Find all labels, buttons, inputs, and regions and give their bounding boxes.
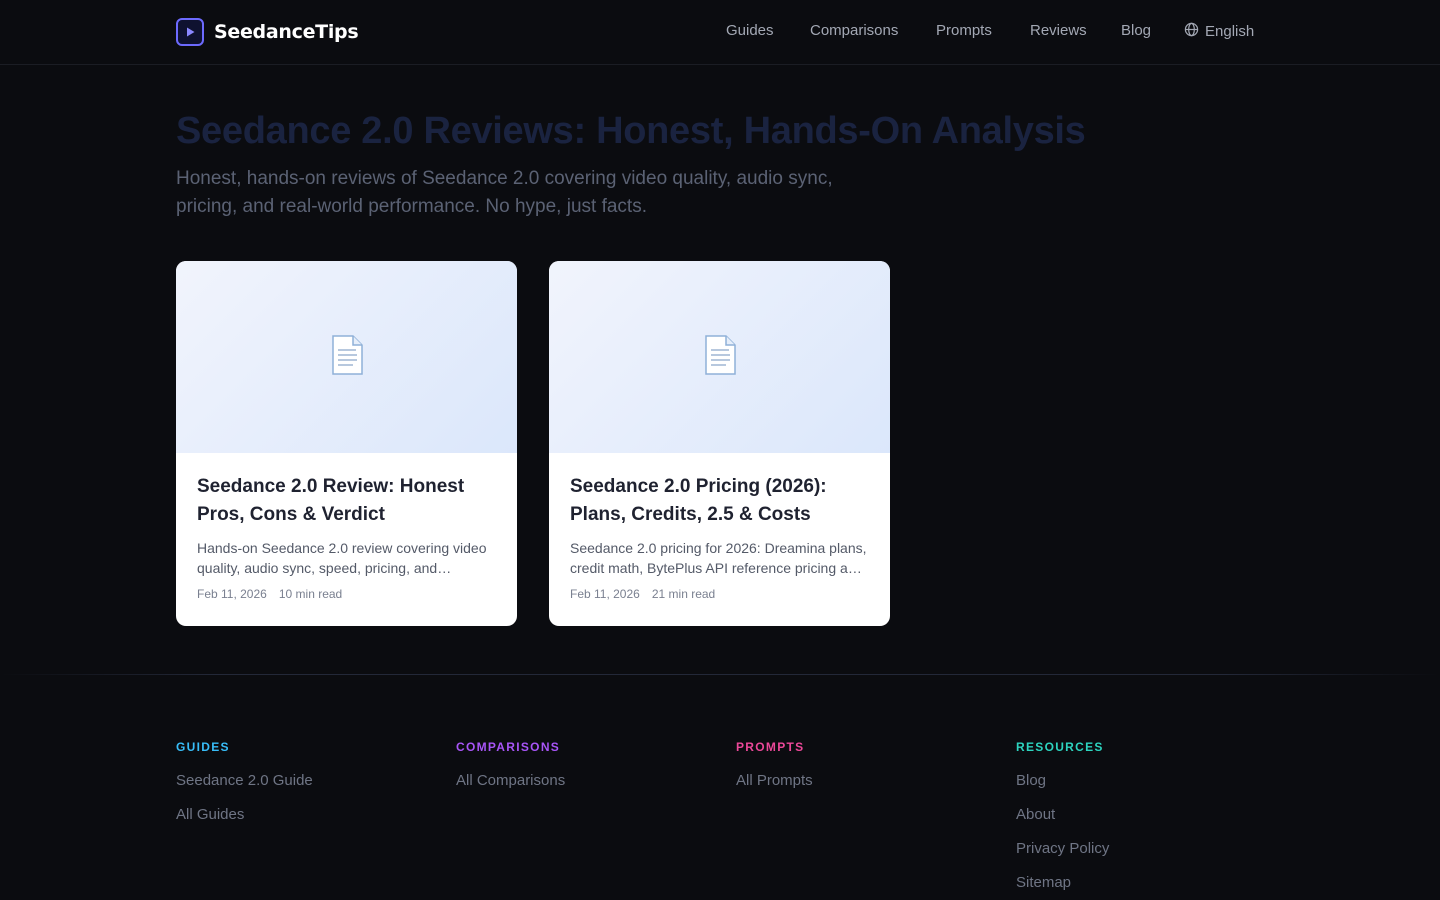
nav-blog[interactable]: Blog — [1121, 22, 1151, 39]
card-date: Feb 11, 2026 — [570, 587, 640, 601]
card-description: Hands-on Seedance 2.0 review covering vi… — [197, 540, 487, 576]
nav-comparisons[interactable]: Comparisons — [810, 22, 898, 39]
document-icon — [702, 334, 738, 380]
play-icon — [176, 18, 204, 46]
footer-link[interactable]: Sitemap — [1016, 874, 1109, 900]
language-label: English — [1205, 23, 1255, 40]
footer-column-guides: Guides Seedance 2.0 Guide All Guides — [176, 740, 313, 840]
footer-link[interactable]: Privacy Policy — [1016, 840, 1109, 874]
footer-column-comparisons: Comparisons All Comparisons — [456, 740, 565, 806]
article-card[interactable]: Seedance 2.0 Pricing (2026): Plans, Cred… — [549, 261, 890, 626]
card-title: Seedance 2.0 Pricing (2026): Plans, Cred… — [570, 476, 827, 525]
footer-link[interactable]: All Prompts — [736, 772, 813, 806]
card-thumbnail — [176, 261, 517, 453]
footer-link[interactable]: Blog — [1016, 772, 1109, 806]
footer-divider — [0, 674, 1440, 675]
footer-link[interactable]: All Guides — [176, 806, 313, 840]
card-read-time: 21 min read — [651, 587, 716, 601]
card-meta: Feb 11, 2026 21 min read — [570, 587, 715, 601]
footer-heading: Resources — [1016, 740, 1104, 754]
card-date: Feb 11, 2026 — [197, 587, 267, 601]
nav-guides[interactable]: Guides — [726, 22, 774, 39]
card-title: Seedance 2.0 Review: Honest Pros, Cons &… — [197, 476, 465, 525]
card-read-time: 10 min read — [278, 587, 343, 601]
footer-link[interactable]: About — [1016, 806, 1109, 840]
site-header: SeedanceTips Guides Comparisons Prompts … — [0, 0, 1440, 65]
nav-prompts[interactable]: Prompts — [936, 22, 992, 39]
footer-heading: Comparisons — [456, 740, 561, 754]
footer-column-prompts: Prompts All Prompts — [736, 740, 813, 806]
card-meta: Feb 11, 2026 10 min read — [197, 587, 342, 601]
page-subtitle: Honest, hands-on reviews of Seedance 2.0… — [176, 168, 833, 217]
brand-logo[interactable]: SeedanceTips — [176, 18, 359, 46]
globe-icon — [1184, 22, 1199, 41]
brand-name: SeedanceTips — [214, 21, 359, 43]
document-icon — [329, 334, 365, 380]
footer-link[interactable]: All Comparisons — [456, 772, 565, 806]
page-title: Seedance 2.0 Reviews: Honest, Hands-On A… — [176, 110, 1086, 152]
article-card[interactable]: Seedance 2.0 Review: Honest Pros, Cons &… — [176, 261, 517, 626]
footer-heading: Prompts — [736, 740, 805, 754]
footer-link[interactable]: Seedance 2.0 Guide — [176, 772, 313, 806]
card-thumbnail — [549, 261, 890, 453]
card-description: Seedance 2.0 pricing for 2026: Dreamina … — [570, 540, 867, 576]
footer-column-resources: Resources Blog About Privacy Policy Site… — [1016, 740, 1109, 900]
footer-heading: Guides — [176, 740, 230, 754]
nav-reviews[interactable]: Reviews — [1030, 22, 1087, 39]
language-selector[interactable]: English — [1184, 22, 1254, 41]
